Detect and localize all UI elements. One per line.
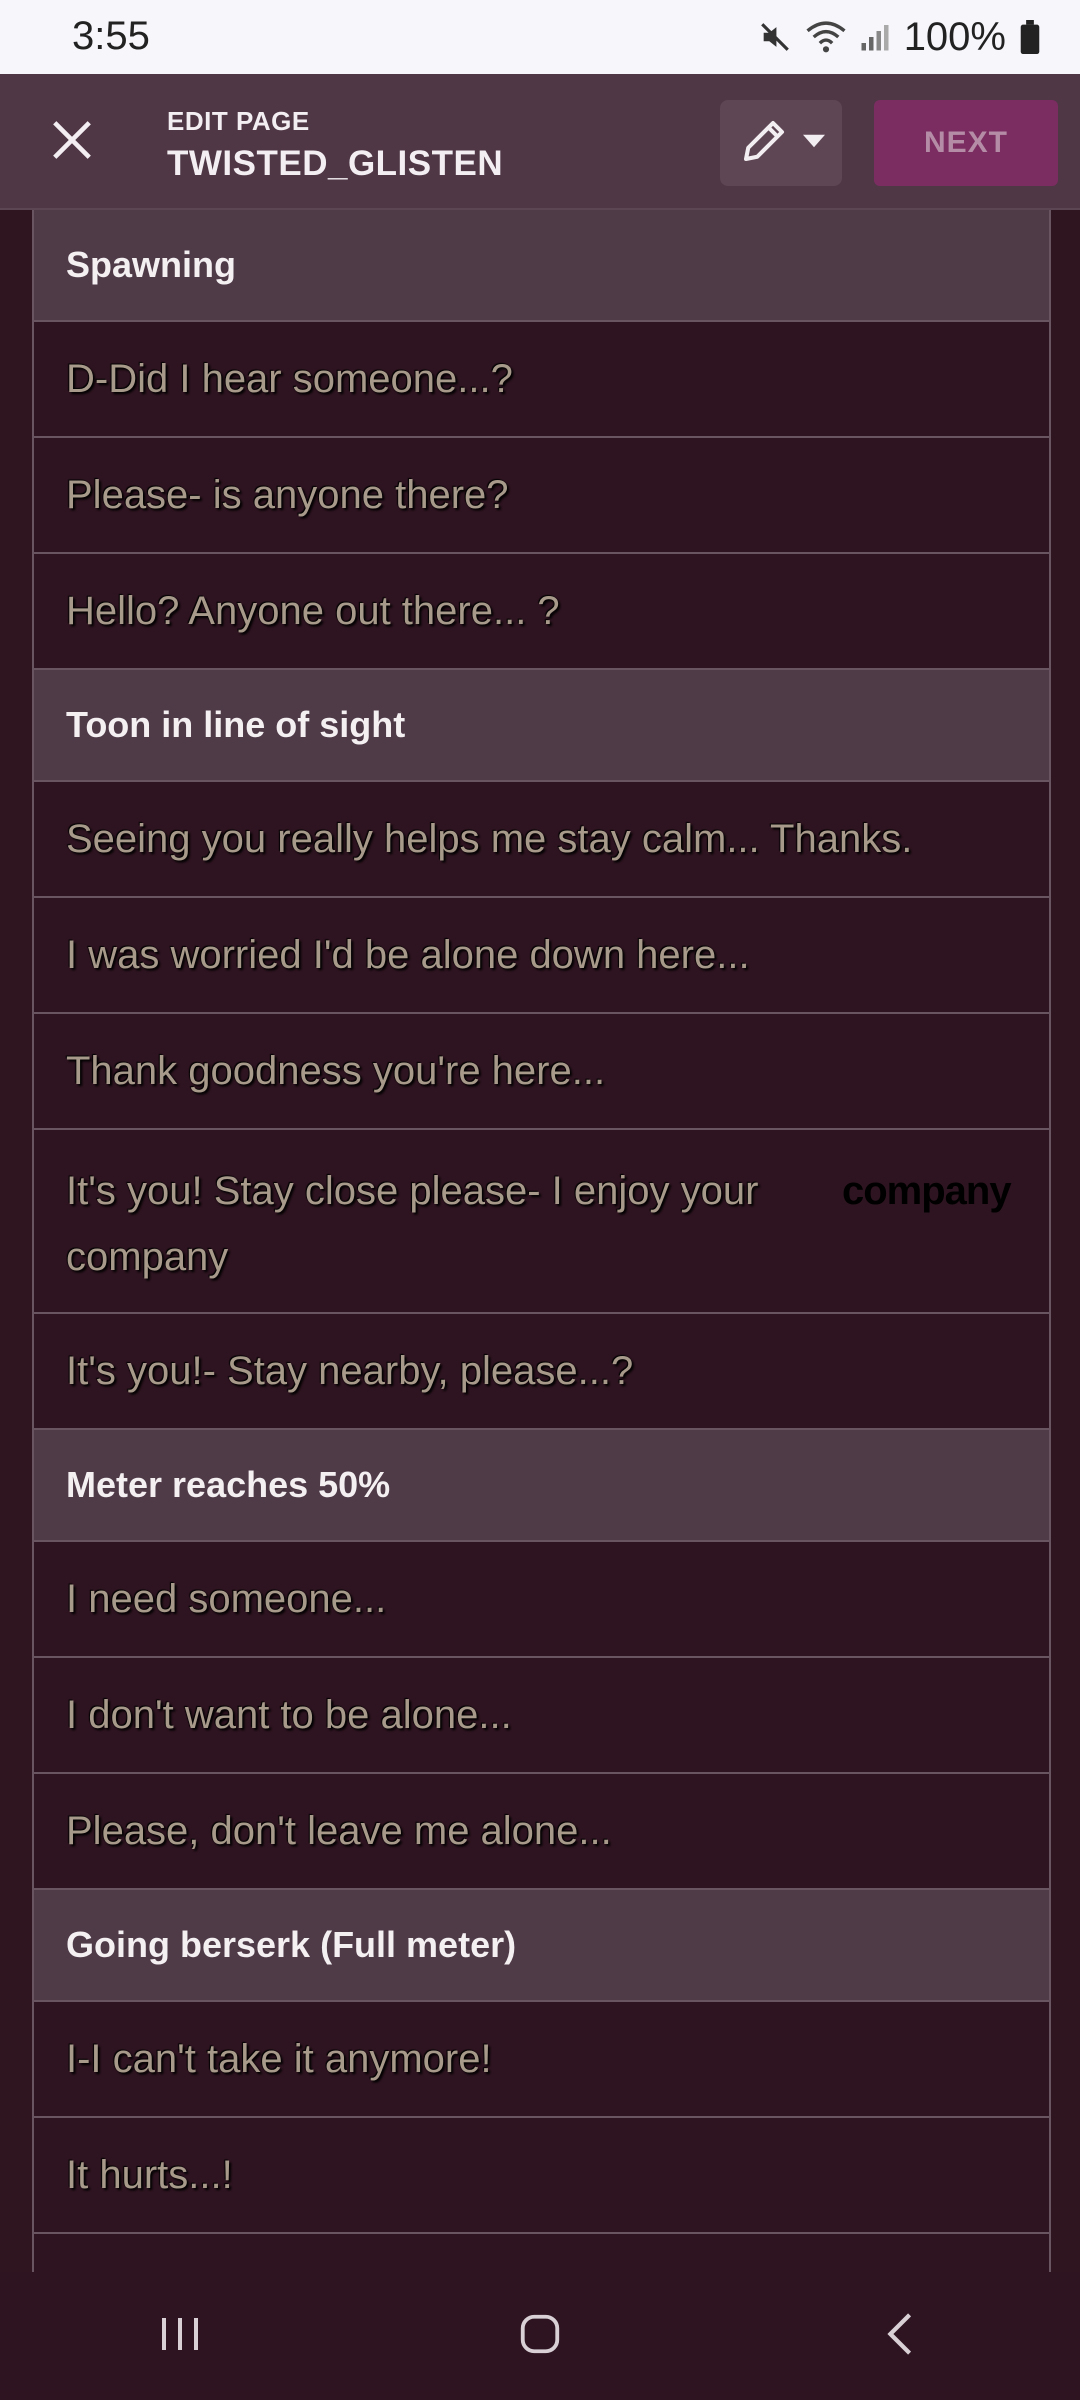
dialogue-line: I-I can't take it anymore! bbox=[66, 2036, 492, 2081]
list-item[interactable]: It's you!- Stay nearby, please...? bbox=[34, 1314, 1049, 1430]
close-icon bbox=[49, 117, 95, 168]
close-button[interactable] bbox=[36, 102, 108, 182]
pencil-icon bbox=[737, 114, 791, 173]
dialogue-line: Please, don't leave me alone... bbox=[66, 1808, 612, 1853]
header-eyebrow: EDIT PAGE bbox=[167, 106, 310, 136]
app-header: EDIT PAGE TWISTED_GLISTEN NEXT bbox=[0, 74, 1080, 210]
list-item[interactable]: I don't want to be alone... bbox=[34, 1658, 1049, 1774]
section-header-spawning: Spawning bbox=[34, 210, 1049, 322]
list-item[interactable]: Please- is anyone there? bbox=[34, 438, 1049, 554]
list-item-partial[interactable] bbox=[34, 2234, 1049, 2272]
dialogue-line: I don't want to be alone... bbox=[66, 1692, 512, 1737]
list-item[interactable]: Hello? Anyone out there... ? bbox=[34, 554, 1049, 670]
battery-icon bbox=[1020, 20, 1040, 54]
status-icons: 100% bbox=[758, 12, 1040, 62]
list-item[interactable]: I-I can't take it anymore! bbox=[34, 2002, 1049, 2118]
status-bar: 3:55 100% bbox=[0, 0, 1080, 74]
dialogue-line: Hello? Anyone out there... ? bbox=[66, 588, 560, 633]
next-button[interactable]: NEXT bbox=[874, 100, 1058, 186]
dialogue-line: I need someone... bbox=[66, 1576, 387, 1621]
dialogue-line: Please- is anyone there? bbox=[66, 472, 509, 517]
mute-icon bbox=[758, 20, 792, 54]
recent-apps-icon bbox=[158, 2314, 202, 2359]
recent-apps-button[interactable] bbox=[120, 2286, 240, 2386]
section-title: Meter reaches 50% bbox=[66, 1464, 391, 1505]
list-item[interactable]: It hurts...! bbox=[34, 2118, 1049, 2234]
section-title: Spawning bbox=[66, 244, 236, 285]
list-item[interactable]: Seeing you really helps me stay calm... … bbox=[34, 782, 1049, 898]
section-header-line-of-sight: Toon in line of sight bbox=[34, 670, 1049, 782]
battery-percent: 100% bbox=[903, 14, 1006, 59]
list-item[interactable]: Thank goodness you're here... bbox=[34, 1014, 1049, 1130]
list-item[interactable]: Please, don't leave me alone... bbox=[34, 1774, 1049, 1890]
list-item[interactable]: It's you! Stay close please- I enjoy you… bbox=[34, 1130, 1049, 1314]
list-item[interactable]: I need someone... bbox=[34, 1542, 1049, 1658]
section-title: Going berserk (Full meter) bbox=[66, 1924, 517, 1965]
home-icon bbox=[517, 2311, 563, 2362]
wifi-icon bbox=[806, 20, 846, 54]
dialogue-line: I was worried I'd be alone down here... bbox=[66, 932, 750, 977]
system-nav-bar bbox=[0, 2272, 1080, 2400]
dialogue-line: Seeing you really helps me stay calm... … bbox=[66, 816, 913, 861]
status-time: 3:55 bbox=[72, 14, 150, 58]
edit-mode-dropdown[interactable] bbox=[720, 100, 842, 186]
caret-down-icon bbox=[803, 134, 825, 153]
section-title: Toon in line of sight bbox=[66, 704, 406, 745]
dialogue-line: It's you!- Stay nearby, please...? bbox=[66, 1348, 634, 1393]
dialogue-list[interactable]: Spawning D-Did I hear someone...? Please… bbox=[32, 210, 1051, 2272]
section-header-berserk: Going berserk (Full meter) bbox=[34, 1890, 1049, 2002]
signal-icon bbox=[860, 22, 890, 52]
page-title: TWISTED_GLISTEN bbox=[167, 144, 504, 183]
dialogue-line: Thank goodness you're here... bbox=[66, 1048, 606, 1093]
home-button[interactable] bbox=[480, 2286, 600, 2386]
section-header-meter-50: Meter reaches 50% bbox=[34, 1430, 1049, 1542]
list-item[interactable]: I was worried I'd be alone down here... bbox=[34, 898, 1049, 1014]
overlay-word: company bbox=[842, 1169, 1012, 1213]
dialogue-line: It's you! Stay close please- I enjoy you… bbox=[66, 1169, 759, 1279]
dialogue-line: It hurts...! bbox=[66, 2152, 233, 2197]
list-item[interactable]: D-Did I hear someone...? bbox=[34, 322, 1049, 438]
dialogue-line: D-Did I hear someone...? bbox=[66, 356, 513, 401]
back-icon bbox=[882, 2311, 918, 2362]
back-button[interactable] bbox=[840, 2286, 960, 2386]
